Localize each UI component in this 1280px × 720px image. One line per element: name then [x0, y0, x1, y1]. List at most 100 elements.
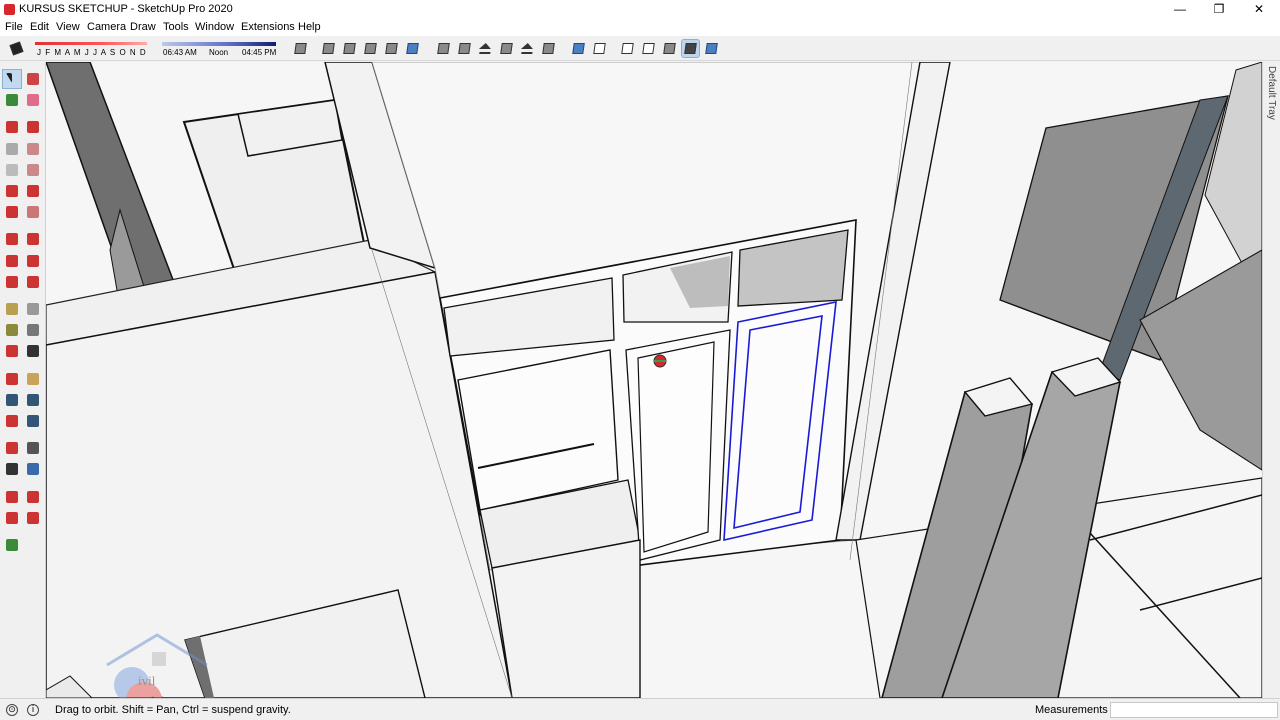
paint-bucket-icon[interactable]: [3, 91, 21, 109]
standard-view-5-icon[interactable]: [404, 40, 421, 57]
sketchup-app-icon: [4, 4, 15, 15]
look-around-icon[interactable]: [24, 439, 42, 457]
line-tool-icon-glyph: [6, 121, 18, 134]
previous-view-icon[interactable]: [24, 412, 42, 430]
move-tool-icon[interactable]: [3, 230, 21, 248]
make-component-icon[interactable]: [24, 70, 42, 88]
menu-draw[interactable]: Draw: [130, 21, 156, 33]
push-pull-icon[interactable]: [24, 230, 42, 248]
month-slider[interactable]: [35, 42, 147, 45]
follow-me-icon[interactable]: [24, 252, 42, 270]
rotated-rectangle-icon[interactable]: [24, 140, 42, 158]
front-view-icon[interactable]: [477, 40, 494, 57]
layout-send-icon[interactable]: [3, 509, 21, 527]
text-tool-icon[interactable]: [24, 321, 42, 339]
warehouse-icon[interactable]: [3, 488, 21, 506]
menu-extensions[interactable]: Extensions: [241, 21, 295, 33]
menu-tools[interactable]: Tools: [163, 21, 189, 33]
standard-view-1-icon[interactable]: [320, 40, 337, 57]
pie-tool-icon-glyph: [27, 206, 39, 219]
eraser-icon[interactable]: [24, 91, 42, 109]
dimension-tool-icon-glyph: [27, 303, 39, 315]
rectangle-tool-icon[interactable]: [3, 140, 21, 158]
modeling-viewport[interactable]: ivil Ad entre: [46, 62, 1262, 698]
tape-measure-icon-glyph: [6, 303, 18, 315]
polygon-tool-icon[interactable]: [24, 161, 42, 179]
back-edges-style-icon[interactable]: [591, 40, 608, 57]
arc-tool-icon[interactable]: [3, 182, 21, 200]
rotate-tool-icon[interactable]: [3, 252, 21, 270]
extension-manager-icon[interactable]: [24, 509, 42, 527]
line-tool-icon[interactable]: [3, 118, 21, 136]
geo-location-icon[interactable]: ⊙: [6, 704, 18, 716]
minimize-button[interactable]: —: [1160, 0, 1200, 19]
dimension-tool-icon[interactable]: [24, 300, 42, 318]
status-hint: Drag to orbit. Shift = Pan, Ctrl = suspe…: [55, 704, 291, 716]
shaded-style-icon[interactable]: [661, 40, 678, 57]
right-view-icon[interactable]: [498, 40, 515, 57]
menu-view[interactable]: View: [56, 21, 80, 33]
tray-label[interactable]: Default Tray: [1266, 66, 1277, 120]
menu-window[interactable]: Window: [195, 21, 234, 33]
xray-style-icon[interactable]: [570, 40, 587, 57]
wireframe-style-icon[interactable]: [619, 40, 636, 57]
offset-tool-icon[interactable]: [24, 273, 42, 291]
camera-toolbar-icon[interactable]: [292, 40, 309, 57]
back-view-icon[interactable]: [519, 40, 536, 57]
axes-tool-icon[interactable]: [3, 342, 21, 360]
measurements-input[interactable]: [1110, 702, 1278, 718]
three-point-arc-icon-glyph: [6, 206, 18, 219]
scale-tool-icon[interactable]: [3, 273, 21, 291]
default-tray[interactable]: Default Tray: [1262, 62, 1280, 698]
time-slider[interactable]: [162, 42, 276, 46]
follow-me-icon-glyph: [27, 254, 39, 267]
tape-measure-icon[interactable]: [3, 300, 21, 318]
monochrome-style-icon[interactable]: [703, 40, 720, 57]
orbit-tool-icon[interactable]: [3, 370, 21, 388]
standard-view-2-icon[interactable]: [341, 40, 358, 57]
circle-tool-icon[interactable]: [3, 161, 21, 179]
maximize-button[interactable]: ❐: [1199, 0, 1239, 19]
iso-view-icon[interactable]: [435, 40, 452, 57]
freehand-tool-icon[interactable]: [24, 118, 42, 136]
hidden-line-style-icon[interactable]: [640, 40, 657, 57]
menu-edit[interactable]: Edit: [30, 21, 49, 33]
shaded-textures-style-icon[interactable]: [681, 39, 700, 58]
window-title: KURSUS SKETCHUP - SketchUp Pro 2020: [19, 3, 233, 15]
sandbox-icon-glyph: [6, 539, 18, 551]
instructor-info-icon[interactable]: i: [27, 704, 39, 716]
top-view-icon[interactable]: [456, 40, 473, 57]
shadows-toggle-icon[interactable]: [8, 40, 25, 57]
close-button[interactable]: ✕: [1239, 0, 1279, 19]
paint-bucket-icon-glyph: [6, 94, 18, 107]
make-component-icon-glyph: [27, 73, 39, 85]
svg-text:ivil: ivil: [138, 673, 156, 688]
walk-tool-icon[interactable]: [3, 460, 21, 478]
pie-tool-icon[interactable]: [24, 203, 42, 221]
look-around-icon-glyph: [27, 442, 39, 455]
section-plane-icon-glyph: [27, 463, 39, 476]
position-camera-icon[interactable]: [3, 439, 21, 457]
extension-warehouse-icon[interactable]: [24, 488, 42, 506]
zoom-tool-icon-glyph: [6, 393, 18, 406]
axes-tool-icon-glyph: [6, 345, 18, 358]
standard-view-3-icon[interactable]: [362, 40, 379, 57]
protractor-icon[interactable]: [3, 321, 21, 339]
select-tool-icon[interactable]: [2, 69, 22, 89]
standard-view-4-icon[interactable]: [383, 40, 400, 57]
three-point-arc-icon[interactable]: [3, 203, 21, 221]
two-point-arc-icon[interactable]: [24, 182, 42, 200]
sandbox-icon[interactable]: [3, 536, 21, 554]
zoom-window-icon[interactable]: [24, 391, 42, 409]
section-plane-icon[interactable]: [24, 460, 42, 478]
two-point-arc-icon-glyph: [27, 185, 39, 197]
zoom-extents-icon[interactable]: [3, 412, 21, 430]
menu-bar: File Edit View Camera Draw Tools Window …: [0, 19, 1280, 36]
menu-help[interactable]: Help: [298, 21, 321, 33]
3d-text-icon[interactable]: [24, 342, 42, 360]
pan-tool-icon[interactable]: [24, 370, 42, 388]
menu-camera[interactable]: Camera: [87, 21, 126, 33]
menu-file[interactable]: File: [5, 21, 23, 33]
left-view-icon[interactable]: [540, 40, 557, 57]
zoom-tool-icon[interactable]: [3, 391, 21, 409]
